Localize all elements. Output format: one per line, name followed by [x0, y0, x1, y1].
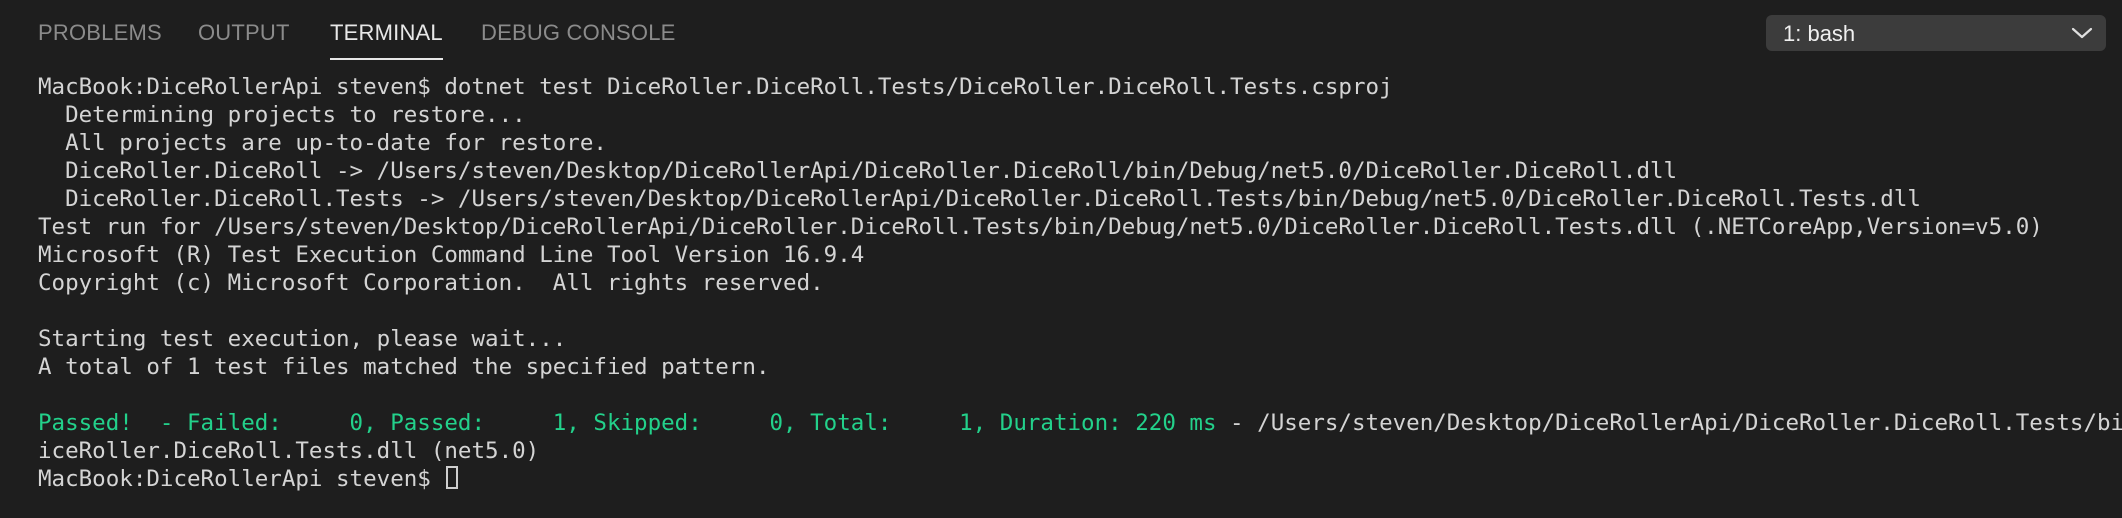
panel-tab-bar: PROBLEMS OUTPUT TERMINAL DEBUG CONSOLE 1…	[0, 0, 2122, 66]
terminal-line: A total of 1 test files matched the spec…	[38, 354, 770, 380]
terminal-cursor	[446, 466, 459, 489]
terminal-line: All projects are up-to-date for restore.	[38, 130, 607, 156]
tab-problems[interactable]: PROBLEMS	[38, 20, 162, 64]
terminal-line: Test run for /Users/steven/Desktop/DiceR…	[38, 214, 2043, 240]
terminal-panel: PROBLEMS OUTPUT TERMINAL DEBUG CONSOLE 1…	[0, 0, 2122, 518]
tab-output[interactable]: OUTPUT	[198, 20, 290, 64]
tab-terminal[interactable]: TERMINAL	[330, 20, 443, 64]
chevron-down-icon	[2071, 27, 2093, 39]
test-result-line: Passed! - Failed: 0, Passed: 1, Skipped:…	[38, 409, 2122, 437]
terminal-line: MacBook:DiceRollerApi steven$ dotnet tes…	[38, 74, 1393, 100]
tab-debug-console[interactable]: DEBUG CONSOLE	[481, 20, 676, 64]
terminal-prompt-line[interactable]: MacBook:DiceRollerApi steven$	[38, 465, 2122, 493]
terminal-line: Starting test execution, please wait...	[38, 326, 567, 352]
terminal-line: DiceRoller.DiceRoll.Tests -> /Users/stev…	[38, 186, 1921, 212]
shell-prompt: MacBook:DiceRollerApi steven$	[38, 466, 445, 492]
terminal-output[interactable]: MacBook:DiceRollerApi steven$ dotnet tes…	[38, 73, 2122, 513]
test-result-path: - /Users/steven/Desktop/DiceRollerApi/Di…	[1230, 410, 2122, 436]
test-result-wrap: iceRoller.DiceRoll.Tests.dll (net5.0)	[38, 438, 540, 464]
terminal-selector-value: 1: bash	[1783, 21, 1856, 46]
terminal-line: DiceRoller.DiceRoll -> /Users/steven/Des…	[38, 158, 1678, 184]
terminal-line: Determining projects to restore...	[38, 102, 526, 128]
terminal-line: Microsoft (R) Test Execution Command Lin…	[38, 242, 865, 268]
terminal-selector-dropdown[interactable]: 1: bash	[1766, 15, 2106, 51]
terminal-line: Copyright (c) Microsoft Corporation. All…	[38, 270, 824, 296]
test-result-summary: Passed! - Failed: 0, Passed: 1, Skipped:…	[38, 410, 1217, 436]
